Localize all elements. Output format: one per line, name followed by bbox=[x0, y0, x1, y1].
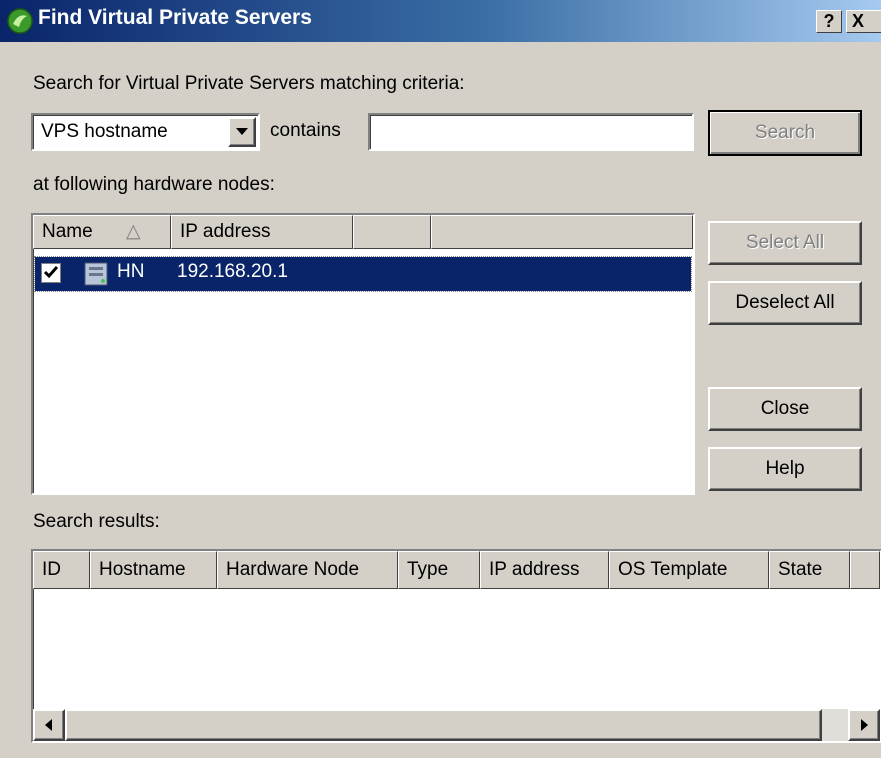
window-title: Find Virtual Private Servers bbox=[38, 6, 312, 29]
arrow-right-icon bbox=[861, 719, 868, 731]
results-label: Search results: bbox=[33, 511, 160, 532]
nodes-label: at following hardware nodes: bbox=[33, 174, 275, 195]
operator-label: contains bbox=[270, 120, 341, 141]
search-input[interactable] bbox=[368, 113, 694, 151]
results-header: ID Hostname Hardware Node Type IP addres… bbox=[33, 551, 880, 589]
node-row-name: HN bbox=[117, 261, 145, 282]
horizontal-scrollbar[interactable] bbox=[33, 709, 880, 741]
hardware-node-list[interactable]: Name △ IP address HN 192.168.20.1 bbox=[31, 213, 695, 495]
search-results-list[interactable]: ID Hostname Hardware Node Type IP addres… bbox=[31, 549, 881, 743]
results-column-hostname[interactable]: Hostname bbox=[90, 551, 217, 589]
criteria-label: Search for Virtual Private Servers match… bbox=[33, 73, 465, 94]
close-button[interactable]: Close bbox=[708, 387, 862, 431]
results-column-blank[interactable] bbox=[850, 551, 880, 589]
results-column-ip[interactable]: IP address bbox=[480, 551, 609, 589]
node-row[interactable]: HN 192.168.20.1 bbox=[34, 256, 692, 292]
deselect-all-button[interactable]: Deselect All bbox=[708, 281, 862, 325]
scroll-right-button[interactable] bbox=[848, 709, 880, 741]
node-row-ip: 192.168.20.1 bbox=[177, 261, 288, 282]
select-all-label: Select All bbox=[745, 232, 825, 253]
column-header-blank-1[interactable] bbox=[353, 215, 431, 249]
chevron-down-icon bbox=[236, 128, 248, 135]
dropdown-arrow-button[interactable] bbox=[228, 117, 256, 147]
field-select[interactable]: VPS hostname bbox=[31, 113, 260, 151]
results-column-state[interactable]: State bbox=[769, 551, 850, 589]
scroll-thumb[interactable] bbox=[65, 709, 822, 741]
results-column-type[interactable]: Type bbox=[398, 551, 480, 589]
help-title-button[interactable]: ? bbox=[816, 10, 842, 33]
results-column-id[interactable]: ID bbox=[33, 551, 90, 589]
scroll-left-button[interactable] bbox=[33, 709, 65, 741]
node-row-checkbox[interactable] bbox=[41, 263, 61, 283]
field-select-value: VPS hostname bbox=[41, 121, 168, 142]
sort-ascending-icon: △ bbox=[126, 221, 141, 242]
app-icon bbox=[7, 8, 33, 34]
node-list-header: Name △ IP address bbox=[33, 215, 693, 249]
column-header-ip[interactable]: IP address bbox=[171, 215, 353, 249]
results-column-os-template[interactable]: OS Template bbox=[609, 551, 769, 589]
close-title-button[interactable]: X bbox=[846, 10, 881, 33]
column-header-blank-2[interactable] bbox=[431, 215, 693, 249]
close-label: Close bbox=[760, 398, 810, 419]
column-header-name[interactable]: Name △ bbox=[33, 215, 171, 249]
help-label: Help bbox=[765, 458, 805, 479]
checkmark-icon bbox=[43, 266, 59, 279]
deselect-all-label: Deselect All bbox=[735, 292, 835, 313]
help-button[interactable]: Help bbox=[708, 447, 862, 491]
select-all-button[interactable]: Select All bbox=[708, 221, 862, 265]
server-icon bbox=[84, 262, 108, 286]
search-button[interactable]: Search bbox=[708, 110, 862, 156]
search-button-label: Search bbox=[754, 122, 816, 143]
arrow-left-icon bbox=[45, 719, 52, 731]
results-column-hardware-node[interactable]: Hardware Node bbox=[217, 551, 398, 589]
